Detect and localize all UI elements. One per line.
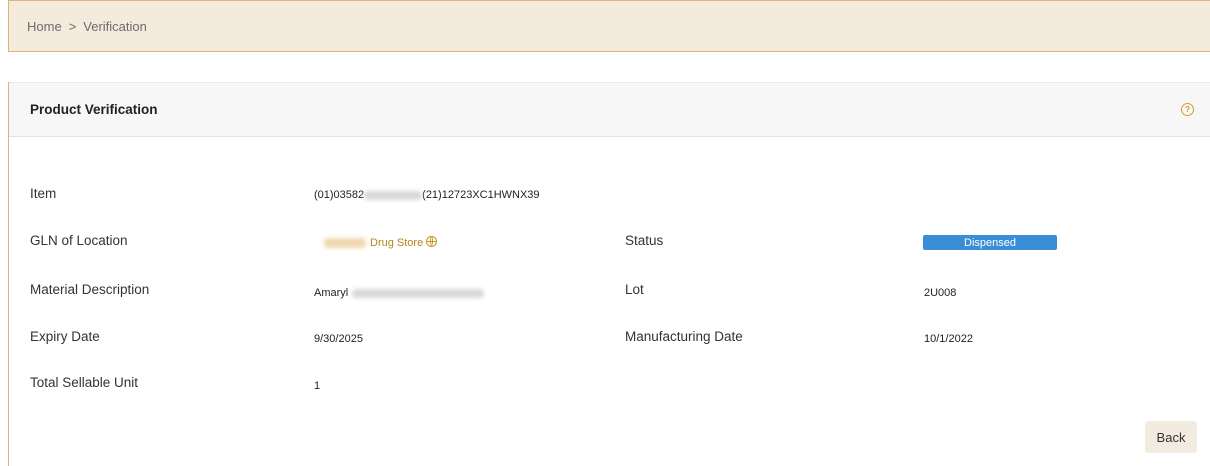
redacted-block [352,288,485,298]
gln-value: Drug Store [324,236,438,249]
card-header: Product Verification ? [9,82,1210,137]
lot-value: 2U008 [924,287,957,299]
item-label: Item [30,186,57,201]
material-description-label: Material Description [30,282,150,297]
gln-label: GLN of Location [30,233,128,248]
back-button[interactable]: Back [1145,421,1197,453]
lot-label: Lot [625,282,644,297]
page-title: Product Verification [30,102,158,117]
breadcrumb-separator: > [68,18,77,34]
breadcrumb: Home > Verification [8,0,1210,52]
globe-icon[interactable] [426,236,438,247]
product-verification-card: Product Verification ? [8,82,1210,466]
gln-location-link[interactable]: Drug Store [370,237,423,249]
breadcrumb-home-link[interactable]: Home [27,19,62,34]
material-description-text: Amaryl [314,287,349,299]
manufacturing-date-label: Manufacturing Date [625,329,743,344]
breadcrumb-current: Verification [83,18,147,34]
expiry-date-value: 9/30/2025 [314,333,363,345]
item-value: (01)03582 (21)12723XC1HWNX39 [314,189,540,201]
total-sellable-unit-value: 1 [314,380,321,392]
redacted-block [324,238,366,249]
status-label: Status [625,233,664,248]
status-badge: Dispensed [923,235,1057,250]
redacted-block [364,190,423,200]
total-sellable-unit-label: Total Sellable Unit [30,375,139,390]
help-icon[interactable]: ? [1181,103,1194,116]
item-value-prefix: (01)03582 [314,189,365,201]
item-value-suffix: (21)12723XC1HWNX39 [422,189,540,201]
manufacturing-date-value: 10/1/2022 [924,333,973,345]
expiry-date-label: Expiry Date [30,329,100,344]
material-description-value: Amaryl [314,287,485,299]
